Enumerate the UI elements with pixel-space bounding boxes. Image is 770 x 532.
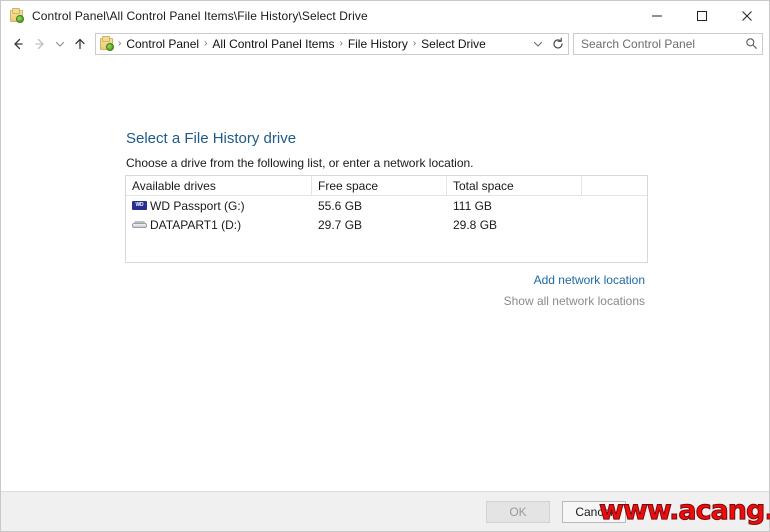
control-panel-icon [9,7,25,24]
back-arrow-icon [14,38,23,49]
up-button[interactable] [69,33,91,55]
available-drives-list[interactable]: Available drives Free space Total space … [125,175,648,263]
maximize-icon [696,10,707,21]
control-panel-window: Control Panel\All Control Panel Items\Fi… [0,0,770,532]
table-row[interactable]: WD WD Passport (G:) 55.6 GB 111 GB [126,196,647,215]
breadcrumb-item-control-panel[interactable]: Control Panel [122,37,203,51]
watermark: www.acang.cn [599,495,770,526]
page-title: Select a File History drive [126,130,297,147]
column-header-available-drives[interactable]: Available drives [126,176,312,195]
hard-drive-icon [132,218,148,232]
close-button[interactable] [724,1,769,30]
page-subtitle: Choose a drive from the following list, … [126,156,474,170]
chevron-down-icon [533,41,543,47]
column-header-extra[interactable] [582,176,647,195]
column-header-free-space[interactable]: Free space [312,176,447,195]
drive-name-cell[interactable]: WD WD Passport (G:) [126,199,312,213]
search-box[interactable]: Search Control Panel [573,32,763,55]
title-bar: Control Panel\All Control Panel Items\Fi… [1,1,769,30]
drive-name-label: WD Passport (G:) [150,198,245,213]
drive-free-space-cell: 55.6 GB [318,198,363,213]
add-network-location-link[interactable]: Add network location [534,273,645,287]
content-area: Select a File History drive Choose a dri… [1,57,769,491]
table-row[interactable]: DATAPART1 (D:) 29.7 GB 29.8 GB [126,215,647,234]
breadcrumb-item-all-control-panel-items[interactable]: All Control Panel Items [208,37,338,51]
forward-arrow-icon [35,38,44,49]
navigation-bar: › Control Panel › All Control Panel Item… [1,30,769,57]
drive-name-cell[interactable]: DATAPART1 (D:) [126,218,312,232]
drive-free-space-cell: 29.7 GB [318,217,363,232]
chevron-down-icon [55,41,65,47]
drive-total-space-cell: 29.8 GB [453,217,498,232]
refresh-icon [553,37,563,49]
control-panel-icon [99,35,115,52]
address-bar-actions [528,34,568,54]
refresh-button[interactable] [548,34,568,54]
breadcrumb: › Control Panel › All Control Panel Item… [117,37,528,51]
close-icon [741,10,752,21]
show-all-network-locations-link[interactable]: Show all network locations [504,294,645,308]
address-bar[interactable]: › Control Panel › All Control Panel Item… [95,32,569,55]
back-button[interactable] [7,33,29,55]
maximize-button[interactable] [679,1,724,30]
drive-name-label: DATAPART1 (D:) [150,217,242,232]
recent-locations-button[interactable] [51,33,69,55]
column-header-total-space[interactable]: Total space [447,176,582,195]
window-title: Control Panel\All Control Panel Items\Fi… [32,8,368,23]
search-input[interactable]: Search Control Panel [574,37,740,51]
search-icon [740,37,762,50]
breadcrumb-item-file-history[interactable]: File History [344,37,412,51]
address-dropdown-button[interactable] [528,34,548,54]
wd-drive-icon: WD [132,199,148,213]
forward-button[interactable] [29,33,51,55]
breadcrumb-item-select-drive[interactable]: Select Drive [417,37,490,51]
ok-button[interactable]: OK [486,501,550,523]
window-controls [634,1,769,30]
minimize-icon [651,15,662,16]
drive-total-space-cell: 111 GB [453,198,492,213]
minimize-button[interactable] [634,1,679,30]
up-arrow-icon [75,38,85,49]
wd-badge-label: WD [135,201,144,208]
drives-table-header: Available drives Free space Total space [126,176,647,196]
